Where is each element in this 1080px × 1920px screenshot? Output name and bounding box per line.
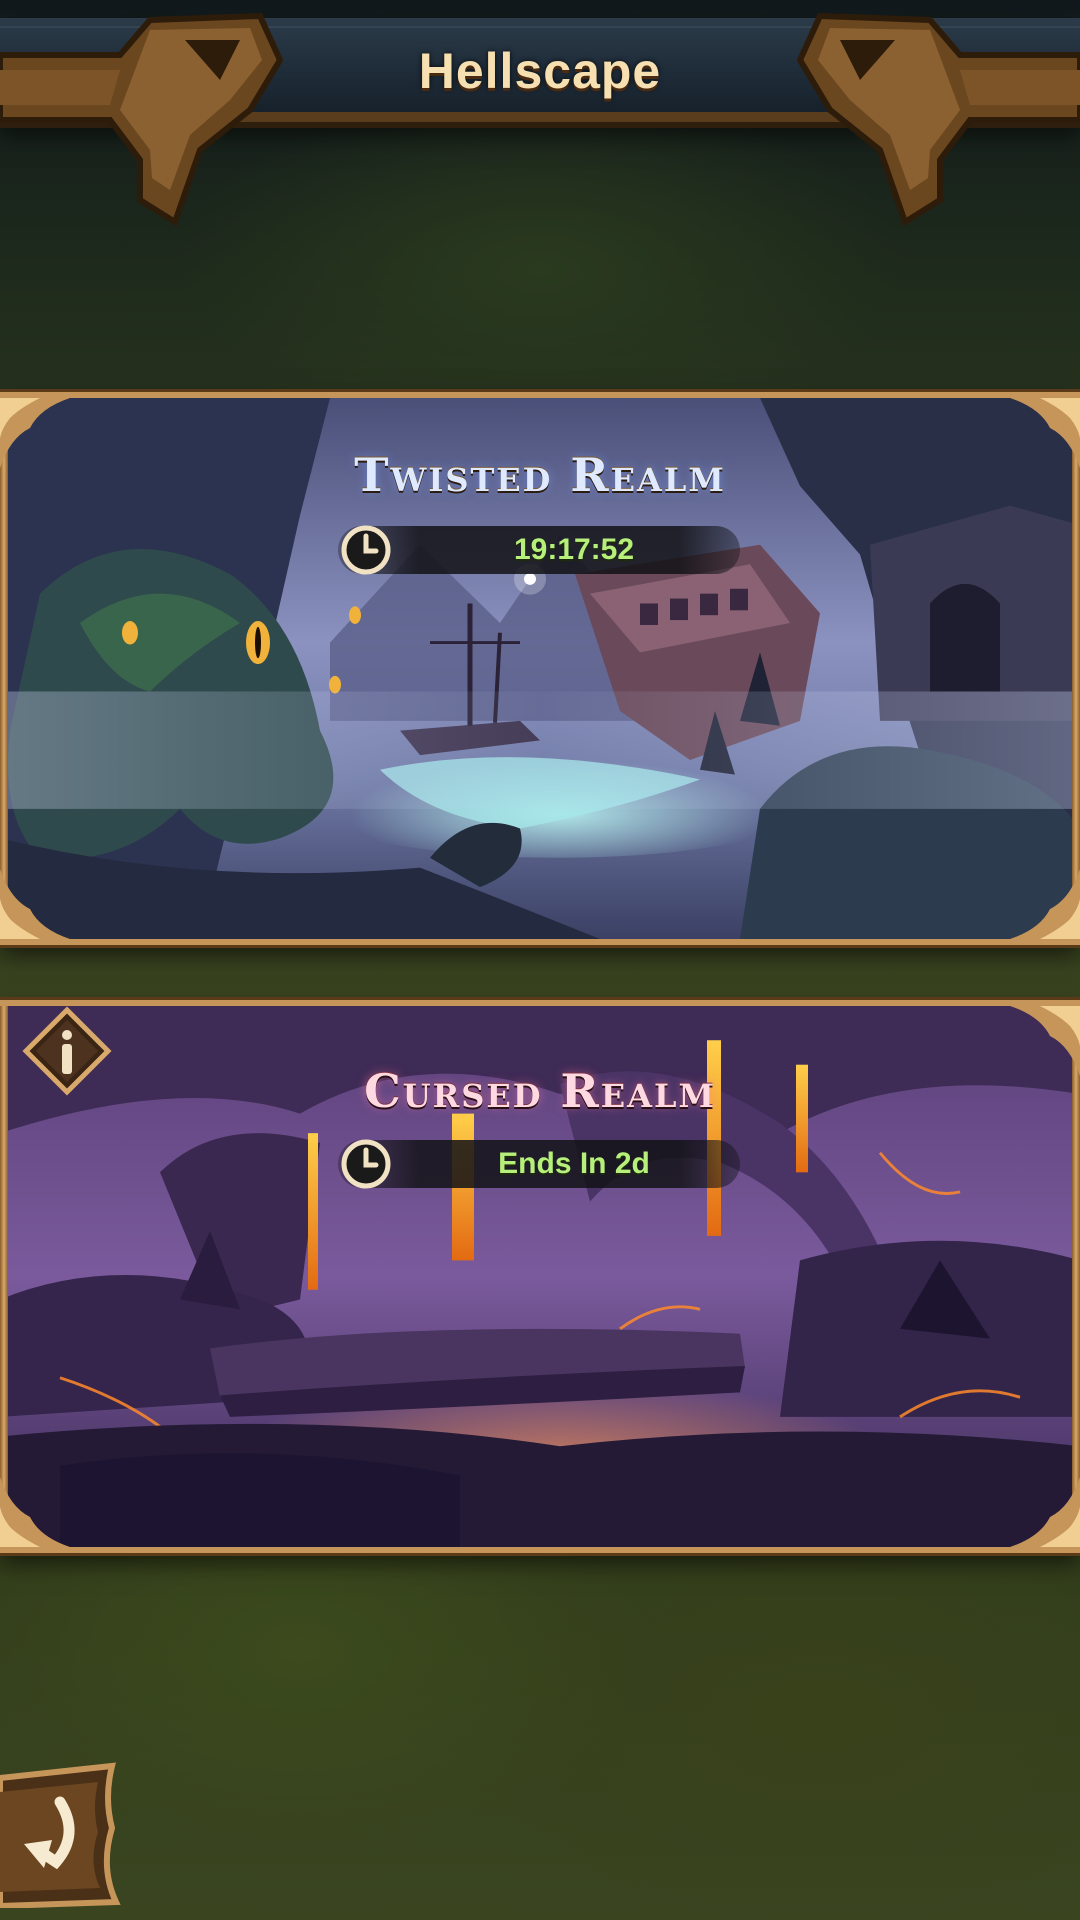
header-ornament-left: [0, 12, 284, 227]
frame-corner-ornament: [1010, 1477, 1080, 1547]
twisted-realm-title: Twisted Realm: [354, 448, 726, 502]
cursed-realm-timer: Ends In 2d: [338, 1139, 740, 1189]
twisted-realm-timer-text: 19:17:52: [513, 533, 635, 566]
page-title: Hellscape: [418, 43, 662, 99]
twisted-realm-card[interactable]: Twisted Realm 19:17:52: [0, 392, 1080, 945]
header-ornament-right: [796, 12, 1080, 227]
back-button[interactable]: [0, 1758, 122, 1908]
twisted-realm-timer: 19:17:52: [338, 525, 740, 575]
clock-icon: [341, 1139, 391, 1189]
frame-corner-ornament: [0, 869, 70, 939]
frame-corner-ornament: [1010, 869, 1080, 939]
cursed-realm-title: Cursed Realm: [364, 1064, 716, 1118]
clock-icon: [341, 525, 391, 575]
header-banner: Hellscape: [0, 0, 1080, 230]
cursed-realm-timer-text: Ends In 2d: [498, 1147, 650, 1180]
frame-corner-ornament: [0, 1477, 70, 1547]
cursed-realm-card[interactable]: Cursed Realm Ends In 2d: [0, 1000, 1080, 1553]
